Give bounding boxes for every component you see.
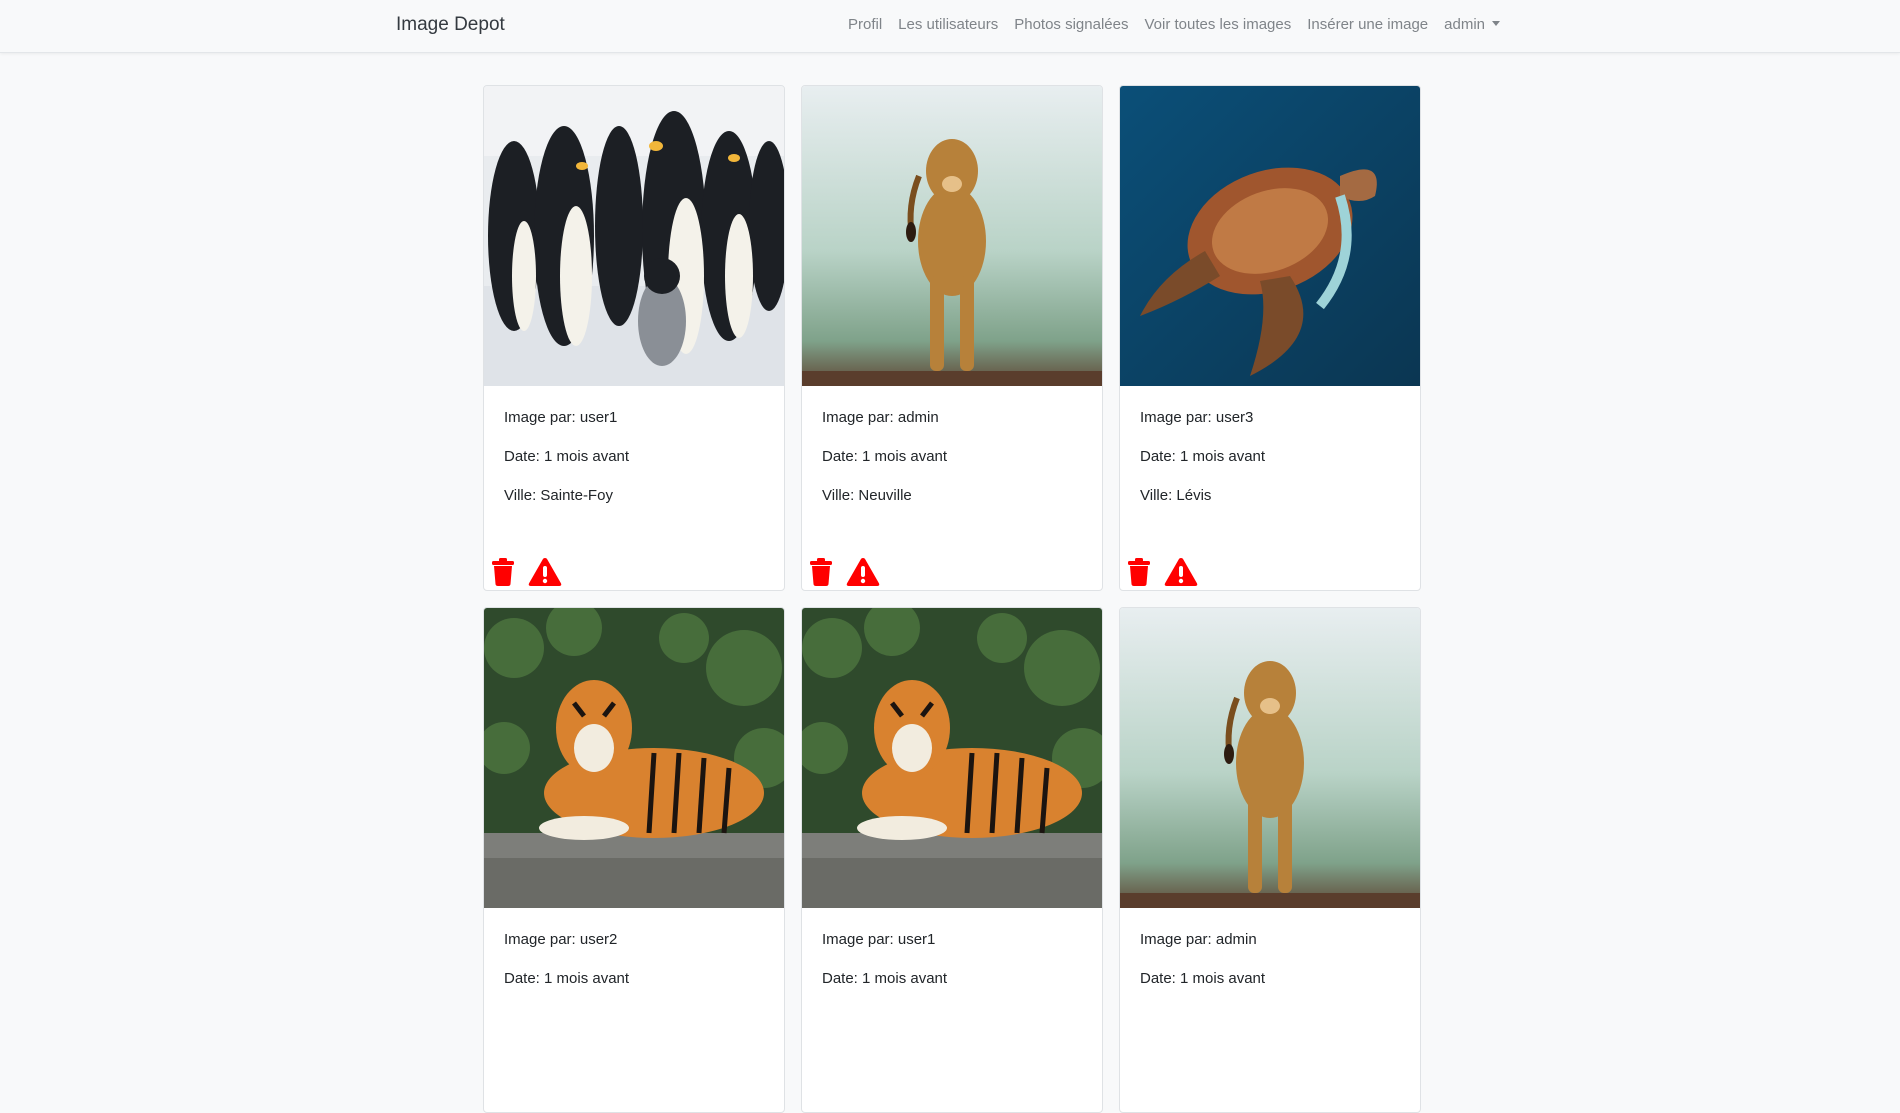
trash-icon[interactable] [808, 558, 834, 586]
user-menu-label: admin [1444, 16, 1485, 33]
image-card: Image par: user2 Date: 1 mois avant [483, 607, 785, 1113]
image-card: Image par: user1 Date: 1 mois avant Vill… [483, 85, 785, 591]
caret-down-icon [1492, 21, 1500, 26]
image-date: Date: 1 mois avant [822, 448, 948, 465]
image-card: Image par: admin Date: 1 mois avant [1119, 607, 1421, 1113]
image-author: Image par: admin [822, 409, 939, 426]
image-author: Image par: user3 [1140, 409, 1254, 426]
image-thumbnail-tiger[interactable] [484, 608, 784, 908]
image-card: Image par: user3 Date: 1 mois avant Vill… [1119, 85, 1421, 591]
warning-icon[interactable] [846, 557, 880, 587]
nav-link-profil[interactable]: Profil [848, 16, 882, 33]
image-date: Date: 1 mois avant [1140, 970, 1266, 987]
image-city: Ville: Sainte-Foy [504, 487, 613, 504]
nav-link-inserer-image[interactable]: Insérer une image [1307, 16, 1428, 33]
image-thumbnail-lioness[interactable] [802, 86, 1102, 386]
image-author: Image par: admin [1140, 931, 1257, 948]
image-city: Ville: Lévis [1140, 487, 1212, 504]
trash-icon[interactable] [490, 558, 516, 586]
nav-menu: Profil Les utilisateurs Photos signalées… [848, 16, 1500, 33]
nav-link-voir-toutes-images[interactable]: Voir toutes les images [1144, 16, 1291, 33]
image-card: Image par: user1 Date: 1 mois avant [801, 607, 1103, 1113]
image-city: Ville: Neuville [822, 487, 912, 504]
nav-link-utilisateurs[interactable]: Les utilisateurs [898, 16, 998, 33]
image-thumbnail-sea-turtle[interactable] [1120, 86, 1420, 386]
image-author: Image par: user1 [822, 931, 936, 948]
image-date: Date: 1 mois avant [504, 448, 630, 465]
trash-icon[interactable] [1126, 558, 1152, 586]
image-author: Image par: user1 [504, 409, 618, 426]
warning-icon[interactable] [528, 557, 562, 587]
image-thumbnail-tiger[interactable] [802, 608, 1102, 908]
image-author: Image par: user2 [504, 931, 618, 948]
image-grid: Image par: user1 Date: 1 mois avant Vill… [483, 85, 1421, 1113]
nav-link-photos-signalees[interactable]: Photos signalées [1014, 16, 1128, 33]
image-date: Date: 1 mois avant [504, 970, 630, 987]
image-thumbnail-lioness[interactable] [1120, 608, 1420, 908]
image-date: Date: 1 mois avant [1140, 448, 1266, 465]
user-menu-dropdown[interactable]: admin [1444, 16, 1500, 33]
top-navbar: Image Depot Profil Les utilisateurs Phot… [0, 0, 1900, 53]
image-date: Date: 1 mois avant [822, 970, 948, 987]
image-thumbnail-penguins[interactable] [484, 86, 784, 386]
warning-icon[interactable] [1164, 557, 1198, 587]
image-card: Image par: admin Date: 1 mois avant Vill… [801, 85, 1103, 591]
brand-logo-link[interactable]: Image Depot [396, 14, 505, 36]
